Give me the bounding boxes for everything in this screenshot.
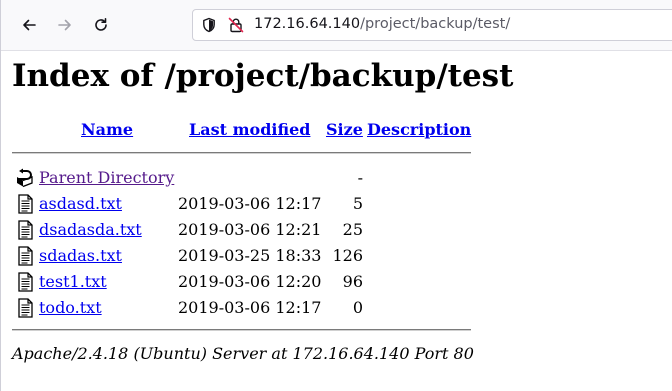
file-row: test1.txt 2019-03-06 12:20 96 (12, 270, 472, 294)
file-size: 96 (342, 272, 363, 291)
back-button[interactable] (15, 11, 43, 39)
file-size: 25 (342, 220, 363, 239)
text-file-icon (18, 272, 33, 292)
forward-button[interactable] (51, 11, 79, 39)
file-row: dsadasda.txt 2019-03-06 12:21 25 (12, 218, 472, 242)
back-folder-icon (17, 168, 33, 188)
text-file-icon (18, 246, 33, 266)
file-date: 2019-03-06 12:17 (178, 194, 322, 213)
file-link[interactable]: dsadasda.txt (39, 220, 142, 239)
text-file-icon (18, 220, 33, 240)
file-link[interactable]: todo.txt (39, 298, 102, 317)
parent-directory-link[interactable]: Parent Directory (39, 168, 174, 187)
file-link[interactable]: sdadas.txt (39, 246, 122, 265)
column-header-size[interactable]: Size (326, 120, 363, 139)
insecure-lock-icon[interactable] (228, 17, 244, 33)
url-host: 172.16.64.140 (254, 16, 361, 32)
divider (12, 152, 471, 154)
text-file-icon (18, 194, 33, 214)
address-bar[interactable]: 172.16.64.140/project/backup/test/ (192, 9, 672, 41)
column-header-name[interactable]: Name (81, 120, 133, 139)
parent-directory-row: Parent Directory - (12, 166, 472, 190)
url-text[interactable]: 172.16.64.140/project/backup/test/ (254, 16, 510, 32)
file-size: 0 (352, 298, 363, 317)
column-header-last-modified[interactable]: Last modified (189, 120, 310, 139)
page-title: Index of /project/backup/test (12, 58, 514, 94)
parent-size: - (357, 168, 363, 187)
divider (12, 329, 471, 331)
file-size: 126 (332, 246, 363, 265)
reload-button[interactable] (87, 11, 115, 39)
reload-icon (95, 18, 107, 31)
arrow-right-icon (58, 19, 71, 31)
url-path: /project/backup/test/ (360, 16, 511, 32)
file-row: sdadas.txt 2019-03-25 18:33 126 (12, 244, 472, 268)
text-file-icon (18, 298, 33, 318)
column-header-description[interactable]: Description (367, 120, 471, 139)
file-date: 2019-03-06 12:17 (178, 298, 322, 317)
file-row: asdasd.txt 2019-03-06 12:17 5 (12, 192, 472, 216)
server-signature: Apache/2.4.18 (Ubuntu) Server at 172.16.… (12, 344, 474, 363)
file-date: 2019-03-06 12:21 (178, 220, 322, 239)
file-row: todo.txt 2019-03-06 12:17 0 (12, 296, 472, 320)
file-date: 2019-03-06 12:20 (178, 272, 322, 291)
file-size: 5 (352, 194, 363, 213)
browser-toolbar: 172.16.64.140/project/backup/test/ (1, 0, 672, 51)
arrow-left-icon (23, 19, 36, 31)
file-link[interactable]: test1.txt (39, 272, 107, 291)
file-link[interactable]: asdasd.txt (39, 194, 122, 213)
file-date: 2019-03-25 18:33 (178, 246, 322, 265)
shield-icon[interactable] (201, 17, 217, 33)
